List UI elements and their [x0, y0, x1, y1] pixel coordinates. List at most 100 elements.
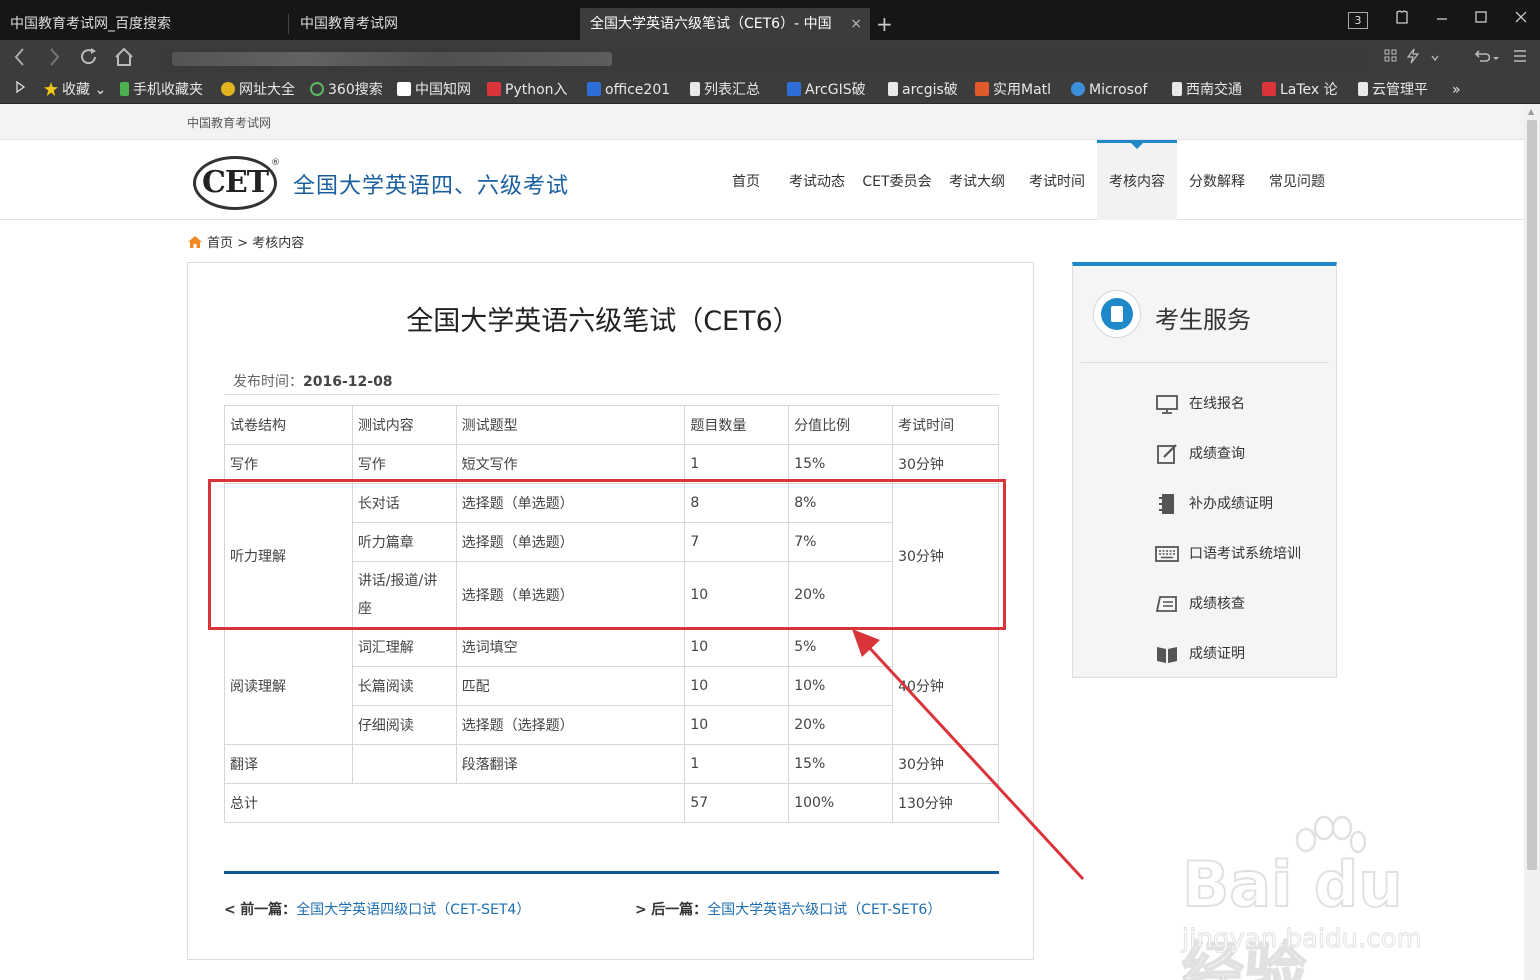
tab-title: 中国教育考试网_百度搜索	[10, 16, 171, 32]
browser-tab-bar: 中国教育考试网_百度搜索 中国教育考试网 全国大学英语六级笔试（CET6）- 中…	[0, 0, 1540, 40]
prev-article-link[interactable]: 全国大学英语四级口试（CET-SET4）	[296, 902, 530, 918]
service-badge-icon	[1093, 290, 1141, 338]
apps-icon[interactable]	[1384, 48, 1398, 68]
bookmark-label: 西南交通	[1186, 82, 1242, 98]
bookmark-item[interactable]: 列表汇总	[690, 80, 776, 100]
scroll-thumb[interactable]	[1527, 120, 1537, 870]
tab-cet6[interactable]: 全国大学英语六级笔试（CET6）- 中国 ×	[580, 8, 870, 40]
bookmark-item[interactable]: 西南交通	[1172, 80, 1252, 100]
minimize-icon[interactable]	[1434, 8, 1450, 32]
table-header: 考试时间	[892, 405, 999, 445]
breadcrumb-separator: >	[237, 236, 249, 251]
bookmarks-more-button[interactable]: »	[1452, 80, 1461, 100]
nav-faq[interactable]: 常见问题	[1257, 140, 1337, 220]
nav-cet-committee[interactable]: CET委员会	[857, 140, 937, 220]
bookmark-item[interactable]: arcgis破	[888, 80, 964, 100]
csdn-icon	[1262, 82, 1276, 96]
undo-icon[interactable]	[1472, 48, 1491, 69]
next-article-link[interactable]: 全国大学英语六级口试（CET-SET6）	[707, 902, 941, 918]
tab-count-badge[interactable]: 3	[1348, 12, 1368, 29]
breadcrumb-home[interactable]: 首页	[207, 236, 233, 251]
service-oral-exam-training[interactable]: 口语考试系统培训	[1155, 540, 1301, 568]
top-site-link[interactable]: 中国教育考试网	[187, 114, 271, 131]
service-reissue-certificate[interactable]: 补办成绩证明	[1155, 490, 1273, 518]
nav-home[interactable]: 首页	[706, 140, 786, 220]
nav-score-explain[interactable]: 分数解释	[1177, 140, 1257, 220]
menu-icon[interactable]	[1512, 48, 1528, 68]
bookmark-item[interactable]: 云管理平	[1358, 80, 1440, 100]
back-icon[interactable]	[10, 46, 30, 73]
nav-syllabus[interactable]: 考试大纲	[937, 140, 1017, 220]
bookmark-label: ArcGIS破	[805, 82, 866, 98]
table-cell: 5%	[788, 627, 894, 667]
service-online-registration[interactable]: 在线报名	[1155, 390, 1245, 418]
cet-logo[interactable]: CET	[193, 156, 277, 210]
prev-arrow: <	[224, 902, 236, 918]
keyboard-icon	[1155, 546, 1179, 562]
scroll-up-icon[interactable]: ▲	[1528, 107, 1534, 116]
csdn-icon	[487, 82, 501, 96]
divider	[1081, 362, 1329, 363]
chevron-down-icon[interactable]	[1430, 48, 1440, 68]
chevron-down-icon[interactable]	[1492, 48, 1500, 68]
next-article: > 后一篇：全国大学英语六级口试（CET-SET6）	[635, 899, 941, 919]
table-header-row: 试卷结构 测试内容 测试题型 题目数量 分值比例 考试时间	[224, 405, 999, 445]
table-header: 测试题型	[455, 405, 686, 445]
address-bar[interactable]	[160, 46, 1370, 72]
service-score-review[interactable]: 成绩核查	[1155, 590, 1245, 618]
table-cell: 15%	[788, 744, 894, 784]
bookmark-item[interactable]: 收藏 ⌄	[44, 80, 114, 100]
bookmark-item[interactable]: office201	[587, 80, 677, 100]
browser-toolbar	[0, 40, 1540, 76]
table-cell: 10%	[788, 666, 894, 706]
table-header: 试卷结构	[224, 405, 353, 445]
table-total-row: 总计 57 100% 130分钟	[223, 783, 999, 823]
baidu-watermark: Bai du 经验 jingyan.baidu.com	[1176, 814, 1476, 980]
site-title[interactable]: 全国大学英语四、六级考试	[293, 168, 569, 200]
nav-exam-time[interactable]: 考试时间	[1017, 140, 1097, 220]
prev-label: 前一篇：	[240, 902, 297, 918]
nav-exam-news[interactable]: 考试动态	[777, 140, 857, 220]
bookmark-label: office201	[605, 82, 671, 98]
table-row: 翻译 段落翻译 1 15% 30分钟	[224, 744, 999, 784]
table-cell: 10	[684, 705, 790, 745]
bookmark-item[interactable]: 网址大全	[221, 80, 303, 100]
window-close-icon[interactable]	[1513, 8, 1529, 32]
table-cell	[351, 744, 457, 784]
divider	[224, 394, 999, 395]
forward-icon[interactable]	[44, 46, 64, 73]
bookmark-item[interactable]: LaTex 论	[1262, 80, 1346, 100]
home-icon	[188, 236, 202, 248]
tab-title: 中国教育考试网	[300, 16, 398, 32]
close-icon[interactable]: ×	[850, 8, 862, 40]
breadcrumb-current[interactable]: 考核内容	[252, 236, 304, 251]
lightning-icon[interactable]	[1406, 48, 1420, 69]
home-button-icon[interactable]	[113, 46, 135, 73]
tab-neea[interactable]: 中国教育考试网	[290, 8, 575, 40]
table-cell: 翻译	[224, 744, 353, 784]
bookmark-item[interactable]: 手机收藏夹	[120, 80, 215, 100]
sidebar-toggle-icon[interactable]	[14, 80, 26, 100]
bookmark-item[interactable]: Microsof	[1071, 80, 1159, 100]
service-title: 考生服务	[1155, 306, 1251, 334]
table-cell: 选择题（选择题）	[455, 705, 686, 745]
service-score-certificate[interactable]: 成绩证明	[1155, 640, 1245, 668]
new-tab-button[interactable]: +	[876, 8, 893, 40]
reload-icon[interactable]	[78, 46, 100, 73]
bookmark-item[interactable]: Python入	[487, 80, 575, 100]
bookmark-item[interactable]: 中国知网	[397, 80, 479, 100]
bookmark-item[interactable]: 360搜索	[310, 80, 390, 100]
skin-icon[interactable]	[1394, 8, 1410, 32]
bookmark-label: Python入	[505, 82, 568, 98]
tab-baidu-search[interactable]: 中国教育考试网_百度搜索	[0, 8, 285, 40]
edge-icon	[1071, 82, 1085, 96]
maximize-icon[interactable]	[1473, 8, 1489, 32]
nav-exam-content[interactable]: 考核内容	[1097, 140, 1177, 220]
bookmark-item[interactable]: 实用Matl	[975, 80, 1061, 100]
service-label: 成绩核查	[1189, 596, 1245, 612]
registered-mark: ®	[271, 158, 280, 168]
service-score-query[interactable]: 成绩查询	[1155, 440, 1245, 468]
bookmark-item[interactable]: ArcGIS破	[787, 80, 875, 100]
scrollbar[interactable]: ▲	[1524, 104, 1540, 980]
table-cell: 130分钟	[892, 783, 999, 823]
